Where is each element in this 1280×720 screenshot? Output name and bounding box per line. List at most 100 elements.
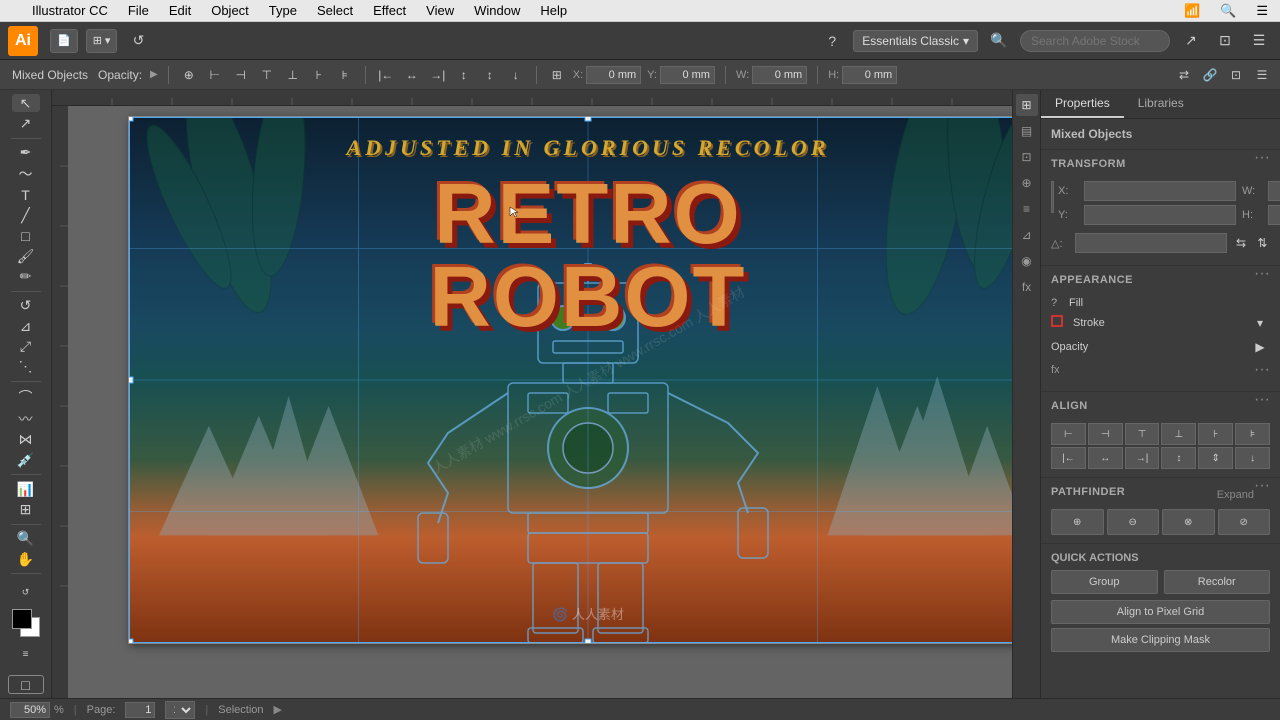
tab-libraries[interactable]: Libraries [1124,90,1198,118]
width-tool[interactable]: ⌒ [12,387,40,407]
search-icon[interactable]: 🔍 [1216,2,1240,20]
distribute-bottom-btn[interactable]: ↓ [506,65,526,85]
align-hcenter-btn[interactable]: ⊣ [231,65,251,85]
pathfinder-panel-icon[interactable]: ⊿ [1016,224,1038,246]
menu-file[interactable]: File [124,2,153,19]
line-tool[interactable]: ╱ [12,206,40,224]
hand-tool[interactable]: ✋ [12,550,40,568]
transform-panel-icon[interactable]: ⊕ [1016,172,1038,194]
swap-dims-btn[interactable]: ⇄ [1174,65,1194,85]
w-input[interactable] [752,66,807,84]
panel-toggle-btn[interactable]: ☰ [1252,65,1272,85]
distribute-left-btn[interactable]: |← [376,65,396,85]
artboard-btn[interactable]: ⊞ ▾ [86,29,118,53]
x-input[interactable] [586,66,641,84]
y-input[interactable] [660,66,715,84]
paint-brush-tool[interactable]: 🖌 [12,247,40,265]
menu-edit[interactable]: Edit [165,2,195,19]
x-field[interactable] [1084,181,1236,201]
transform-btn[interactable]: ⊕ [179,65,199,85]
align-pixel-btn[interactable]: Align to Pixel Grid [1051,600,1270,624]
align-left-edge-btn[interactable]: ⊢ [205,65,225,85]
menu-type[interactable]: Type [265,2,301,19]
lock-aspect-btn[interactable]: 🔗 [1200,65,1220,85]
tab-properties[interactable]: Properties [1041,90,1124,118]
search-stock-btn[interactable]: 🔍 [986,28,1012,54]
layers-panel-icon[interactable]: ▤ [1016,120,1038,142]
select-tool[interactable]: ↖ [12,94,40,112]
apple-menu[interactable] [8,10,16,12]
align-right-btn[interactable]: ⊤ [1125,423,1160,445]
artboards-panel-icon[interactable]: ⊡ [1016,146,1038,168]
dist-hcenter-btn[interactable]: ↔ [1088,447,1123,469]
properties-panel-icon[interactable]: ⊞ [1016,94,1038,116]
more-btn[interactable]: ☰ [1246,28,1272,54]
flip-v-btn[interactable]: ⇅ [1255,233,1270,253]
reflect-tool[interactable]: ⊿ [12,317,40,335]
unite-btn[interactable]: ⊕ [1051,509,1104,535]
rotate-btn[interactable]: ↺ [125,28,151,54]
arrange-btn[interactable]: ⊡ [1212,28,1238,54]
scale-tool[interactable]: ⤢ [12,337,40,355]
clipping-mask-btn[interactable]: Make Clipping Mask [1051,628,1270,652]
align-hcenter-btn[interactable]: ⊣ [1088,423,1123,445]
page-select[interactable]: 1 [165,701,195,719]
align-bottom-btn[interactable]: ⊧ [1235,423,1270,445]
pen-tool[interactable]: ✒ [12,143,40,161]
exclude-btn[interactable]: ⊘ [1218,509,1271,535]
align-top-btn[interactable]: ⊥ [283,65,303,85]
dist-vcenter-btn[interactable]: ⇕ [1198,447,1233,469]
menu-select[interactable]: Select [313,2,357,19]
fx-more-btn[interactable]: ··· [1254,361,1270,379]
opacity-arrow[interactable]: ▶ [150,69,158,80]
help-icon[interactable]: ? [819,28,845,54]
warp-tool[interactable]: 〰 [12,409,40,429]
align-bottom-btn[interactable]: ⊧ [335,65,355,85]
shear-tool[interactable]: ⋱ [12,358,40,376]
share-btn[interactable]: ↗ [1178,28,1204,54]
workspace-selector[interactable]: Essentials Classic ▾ [853,30,978,52]
align-vcenter-btn[interactable]: ⊦ [1198,423,1233,445]
stroke-options-btn[interactable]: ▾ [1250,313,1270,333]
eyedropper-tool[interactable]: 💉 [12,451,40,469]
search-stock-input[interactable] [1020,30,1170,52]
fx-panel-icon[interactable]: fx [1016,276,1038,298]
flip-h-btn[interactable]: ⇆ [1233,233,1248,253]
distribute-top-btn[interactable]: ↕ [454,65,474,85]
dist-top-btn[interactable]: ↕ [1161,447,1196,469]
distribute-right-btn[interactable]: →| [428,65,448,85]
intersect-btn[interactable]: ⊗ [1162,509,1215,535]
artboard-tool[interactable]: ⊞ [12,500,40,518]
zoom-tool[interactable]: 🔍 [12,530,40,548]
transform-more-btn[interactable]: ··· [1254,149,1270,167]
appearance-panel-icon[interactable]: ◉ [1016,250,1038,272]
h-input[interactable] [842,66,897,84]
type-tool[interactable]: T [12,186,40,204]
menu-window[interactable]: Window [470,2,524,19]
menu-icon[interactable]: ☰ [1252,2,1272,20]
align-vcenter-btn[interactable]: ⊦ [309,65,329,85]
foreground-color-swatch[interactable] [12,609,32,629]
canvas-area[interactable]: ADJUSTED IN GLORIOUS RECOLOR RETRO ROBOT [68,106,1012,698]
align-more-btn[interactable]: ··· [1254,391,1270,409]
menu-object[interactable]: Object [207,2,253,19]
align-right-edge-btn[interactable]: ⊤ [257,65,277,85]
draw-mode-btn[interactable]: □ [8,675,44,694]
align-top-btn[interactable]: ⊥ [1161,423,1196,445]
opacity-options-btn[interactable]: ▶ [1250,337,1270,357]
distribute-vcenter-btn[interactable]: ↕ [480,65,500,85]
graph-tool[interactable]: 📊 [12,480,40,498]
appearance-more-btn[interactable]: ··· [1254,265,1270,283]
transform-origin-picker[interactable] [1051,181,1054,213]
menu-help[interactable]: Help [536,2,571,19]
zoom-input[interactable] [10,702,50,718]
rect-tool[interactable]: □ [12,227,40,245]
pencil-tool[interactable]: ✏ [12,267,40,285]
rotate-tool[interactable]: ↺ [12,296,40,314]
dist-bottom-btn[interactable]: ↓ [1235,447,1270,469]
y-field[interactable] [1084,205,1236,225]
direct-select-tool[interactable]: ↗ [12,114,40,132]
group-btn[interactable]: Group [1051,570,1158,594]
menu-effect[interactable]: Effect [369,2,410,19]
doc-settings-btn[interactable]: 📄 [50,29,78,53]
